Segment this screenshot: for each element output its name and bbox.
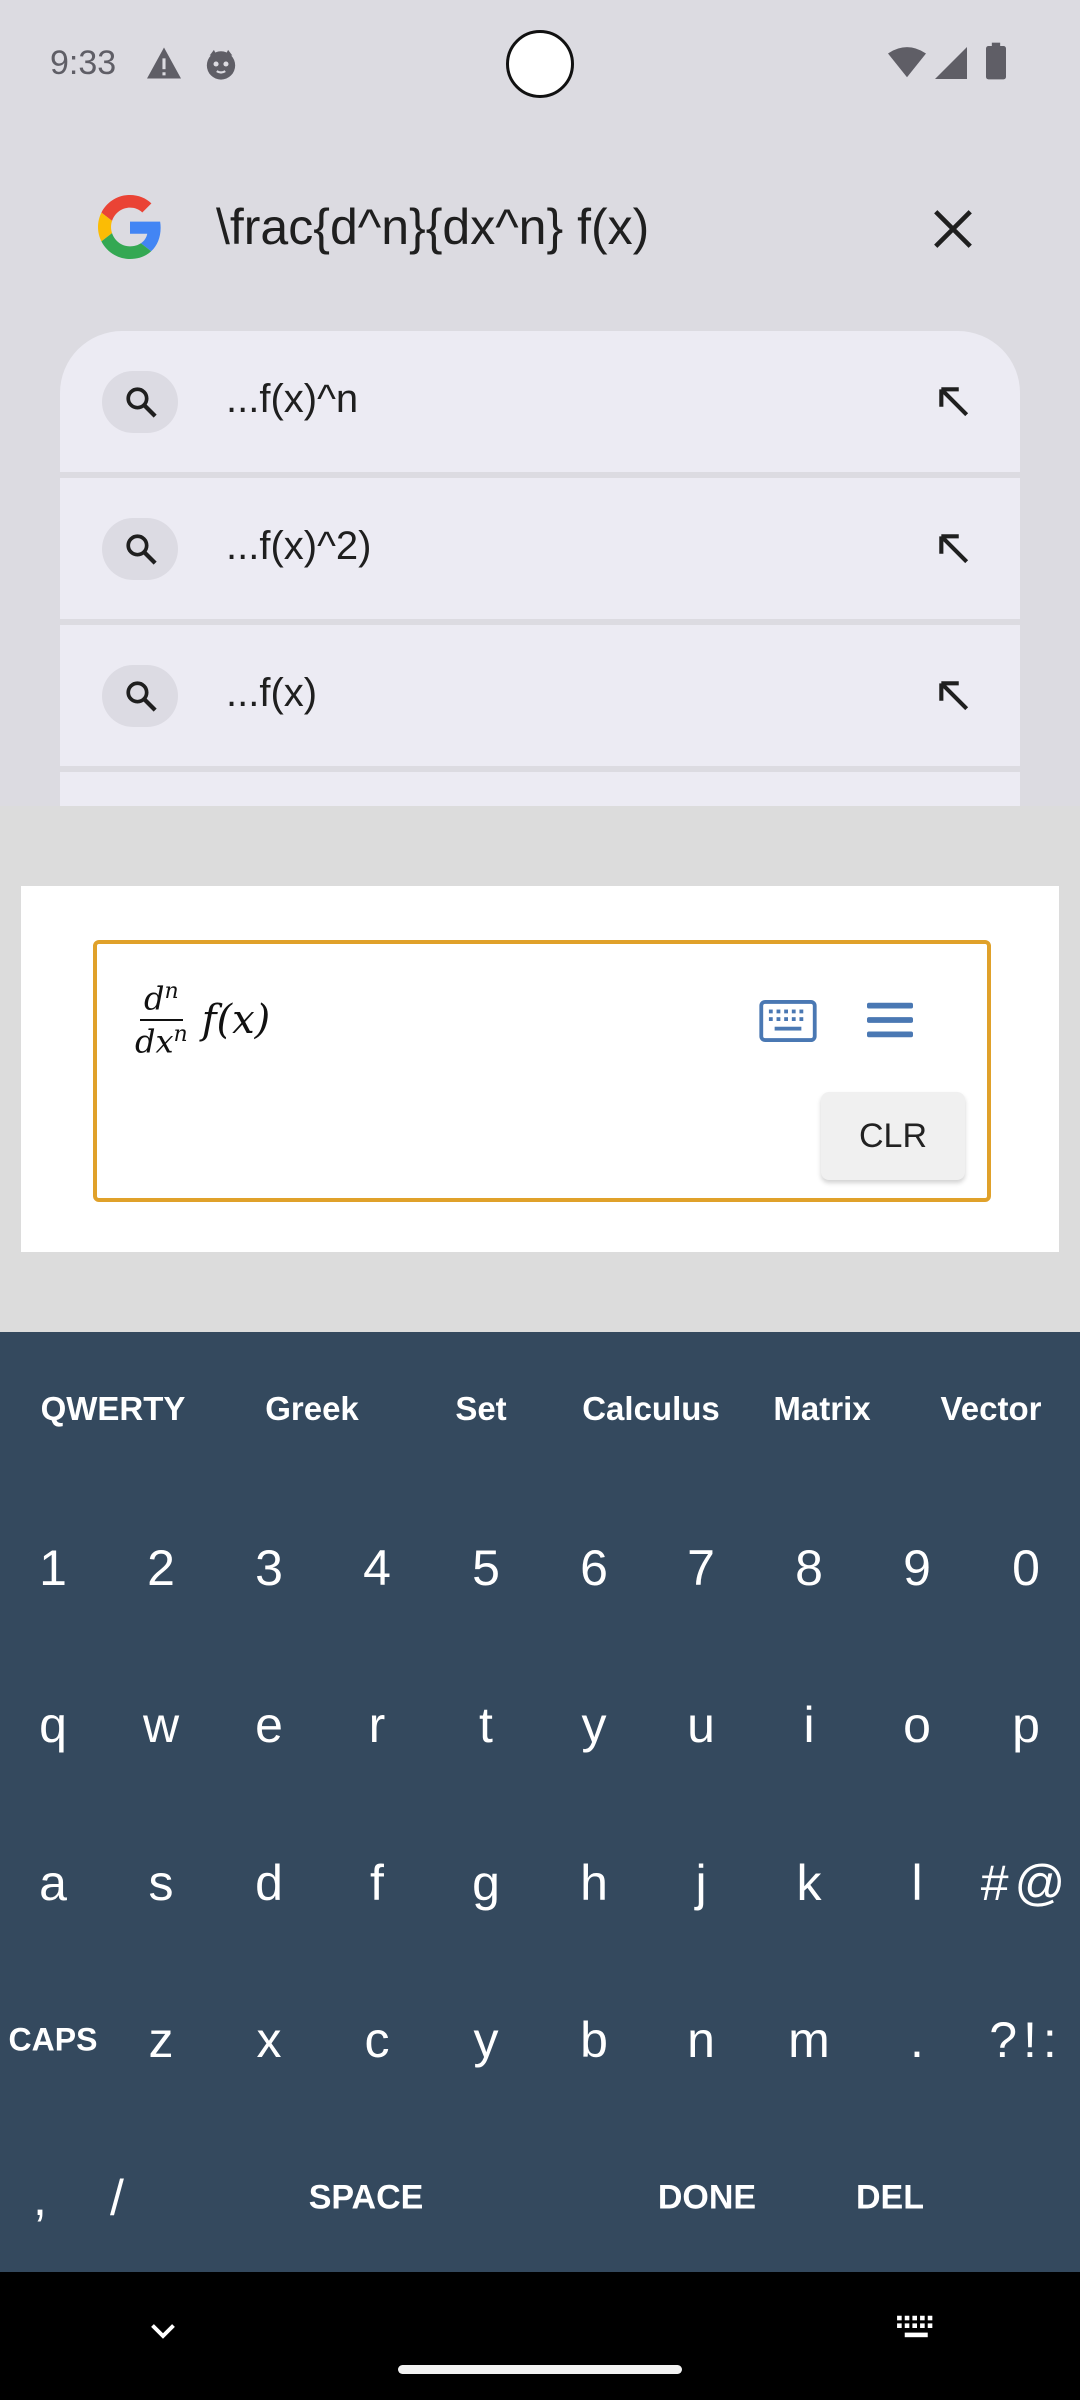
chevron-down-icon[interactable] [145,2312,181,2348]
tab-vector[interactable]: Vector [941,1390,1042,1428]
key-0-8[interactable]: 9 [903,1539,931,1597]
function-term: f(x) [201,996,271,1043]
clear-button[interactable]: CLR [821,1092,965,1180]
suggestion-item[interactable]: ...f(x)^2) [60,478,1020,619]
cat-face-icon [206,49,236,80]
key-bottom-1[interactable]: / [110,2169,124,2227]
key-2-5[interactable]: h [580,1854,608,1912]
key-0-2[interactable]: 3 [255,1539,283,1597]
key-1-5[interactable]: y [582,1696,607,1754]
tab-matrix[interactable]: Matrix [773,1390,870,1428]
key-2-3[interactable]: f [370,1854,384,1912]
status-bar: 9:33 [0,0,1080,130]
status-time: 9:33 [50,44,117,82]
key-2-8[interactable]: l [911,1854,922,1912]
key-2-4[interactable]: g [472,1854,500,1912]
key-0-3[interactable]: 4 [363,1539,391,1597]
fraction-denominator: dxn [135,1022,188,1061]
math-keyboard: QWERTY Greek Set Calculus Matrix Vector … [0,1332,1080,2272]
key-3-3[interactable]: c [365,2011,390,2069]
home-handle[interactable] [398,2365,682,2374]
key-1-3[interactable]: r [369,1696,386,1754]
key-0-5[interactable]: 6 [580,1539,608,1597]
key-2-0[interactable]: a [39,1854,67,1912]
tab-greek[interactable]: Greek [265,1390,359,1428]
key-2-6[interactable]: j [695,1854,706,1912]
search-icon [102,371,178,433]
fraction: dn dxn [135,980,188,1060]
navigation-bar [0,2272,1080,2400]
math-expression: dn dxn f(x) [135,980,270,1060]
keyboard-tabs: QWERTY Greek Set Calculus Matrix Vector [0,1332,1080,1488]
search-icon [102,518,178,580]
google-logo-icon [98,195,161,259]
hamburger-menu-icon[interactable] [867,1000,913,1040]
battery-icon [986,42,1006,80]
tab-set[interactable]: Set [455,1390,506,1428]
suggestion-item-partial [60,772,1020,806]
keyboard-icon[interactable] [894,2312,940,2344]
suggestion-text: ...f(x)^n [226,377,359,421]
fraction-numerator: dn [140,980,183,1022]
tab-qwerty[interactable]: QWERTY [41,1390,186,1428]
math-input-field[interactable]: dn dxn f(x) CLR [93,940,991,1202]
keyboard-icon[interactable] [759,1000,817,1042]
key-3-4[interactable]: y [474,2011,499,2069]
close-icon[interactable] [930,206,976,252]
arrow-up-left-icon[interactable] [935,677,973,715]
warning-icon [147,47,181,79]
math-app-area: dn dxn f(x) CLR [0,806,1080,1332]
key-1-0[interactable]: q [39,1696,67,1754]
key-3-9[interactable]: ?!: [989,2011,1063,2069]
suggestion-item[interactable]: ...f(x)^n [60,331,1020,472]
suggestion-item[interactable]: ...f(x) [60,625,1020,766]
signal-icon [935,47,967,79]
key-1-7[interactable]: i [803,1696,814,1754]
key-1-2[interactable]: e [255,1696,283,1754]
wifi-icon [888,47,926,78]
key-0-7[interactable]: 8 [795,1539,823,1597]
key-bottom-3[interactable]: DONE [658,2179,756,2218]
key-3-2[interactable]: x [257,2011,282,2069]
search-header: \frac{d^n}{dx^n} f(x) [0,150,1080,310]
key-bottom-2[interactable]: SPACE [309,2179,424,2218]
key-bottom-4[interactable]: DEL [856,2179,924,2218]
key-0-4[interactable]: 5 [472,1539,500,1597]
arrow-up-left-icon[interactable] [935,530,973,568]
tab-calculus[interactable]: Calculus [582,1390,720,1428]
arrow-up-left-icon[interactable] [935,383,973,421]
key-3-5[interactable]: b [580,2011,608,2069]
suggestion-text: ...f(x) [226,671,318,715]
key-2-9[interactable]: #@ [981,1854,1072,1912]
search-query-input[interactable]: \frac{d^n}{dx^n} f(x) [216,198,649,256]
key-0-6[interactable]: 7 [687,1539,715,1597]
key-3-7[interactable]: m [788,2011,830,2069]
search-icon [102,665,178,727]
camera-cutout [506,30,574,98]
suggestion-list: ...f(x)^n ...f(x)^2) ...f(x) [60,331,1020,806]
key-bottom-0[interactable]: , [33,2169,47,2227]
key-3-1[interactable]: z [149,2011,174,2069]
suggestion-text: ...f(x)^2) [226,524,372,568]
key-0-9[interactable]: 0 [1012,1539,1040,1597]
key-0-1[interactable]: 2 [147,1539,175,1597]
key-0-0[interactable]: 1 [39,1539,67,1597]
key-2-2[interactable]: d [255,1854,283,1912]
editor-card: dn dxn f(x) CLR [21,886,1059,1252]
key-1-9[interactable]: p [1012,1696,1040,1754]
key-1-8[interactable]: o [903,1696,931,1754]
key-3-0[interactable]: CAPS [9,2022,98,2059]
key-1-4[interactable]: t [479,1696,493,1754]
key-2-1[interactable]: s [149,1854,174,1912]
key-1-6[interactable]: u [687,1696,715,1754]
key-3-8[interactable]: . [910,2011,924,2069]
key-1-1[interactable]: w [143,1696,179,1754]
key-2-7[interactable]: k [797,1854,822,1912]
key-3-6[interactable]: n [687,2011,715,2069]
